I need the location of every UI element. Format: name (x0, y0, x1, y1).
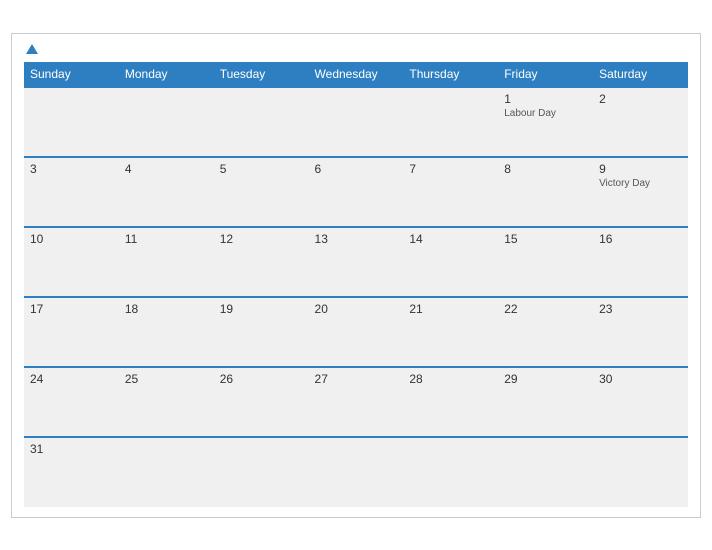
calendar-cell (403, 87, 498, 157)
day-number: 10 (30, 232, 113, 246)
day-number: 18 (125, 302, 208, 316)
calendar-cell (119, 87, 214, 157)
day-number: 15 (504, 232, 587, 246)
logo-triangle-icon (26, 44, 38, 54)
day-number: 19 (220, 302, 303, 316)
calendar-cell (309, 437, 404, 507)
calendar-container: SundayMondayTuesdayWednesdayThursdayFrid… (11, 33, 701, 518)
calendar-cell: 18 (119, 297, 214, 367)
calendar-cell: 16 (593, 227, 688, 297)
week-row-4: 24 25 26 27 28 29 30 (24, 367, 688, 437)
calendar-cell: 25 (119, 367, 214, 437)
calendar-cell (498, 437, 593, 507)
logo (24, 44, 40, 54)
day-number: 25 (125, 372, 208, 386)
day-header-sunday: Sunday (24, 62, 119, 87)
day-number: 4 (125, 162, 208, 176)
calendar-cell: 7 (403, 157, 498, 227)
calendar-cell: 14 (403, 227, 498, 297)
calendar-cell: 4 (119, 157, 214, 227)
calendar-cell (119, 437, 214, 507)
calendar-table: SundayMondayTuesdayWednesdayThursdayFrid… (24, 62, 688, 507)
day-number: 2 (599, 92, 682, 106)
calendar-header (24, 44, 688, 54)
day-number: 9 (599, 162, 682, 176)
calendar-cell: 24 (24, 367, 119, 437)
calendar-cell (403, 437, 498, 507)
day-number: 3 (30, 162, 113, 176)
calendar-cell: 17 (24, 297, 119, 367)
day-number: 1 (504, 92, 587, 106)
day-header-wednesday: Wednesday (309, 62, 404, 87)
day-number: 29 (504, 372, 587, 386)
day-number: 12 (220, 232, 303, 246)
calendar-cell: 26 (214, 367, 309, 437)
day-number: 11 (125, 232, 208, 246)
calendar-cell (24, 87, 119, 157)
calendar-cell: 8 (498, 157, 593, 227)
calendar-cell: 10 (24, 227, 119, 297)
day-number: 23 (599, 302, 682, 316)
calendar-cell: 19 (214, 297, 309, 367)
week-row-5: 31 (24, 437, 688, 507)
day-number: 17 (30, 302, 113, 316)
calendar-cell (214, 87, 309, 157)
day-number: 14 (409, 232, 492, 246)
calendar-cell: 11 (119, 227, 214, 297)
day-number: 5 (220, 162, 303, 176)
calendar-cell (309, 87, 404, 157)
week-row-1: 3456789 Victory Day (24, 157, 688, 227)
calendar-cell: 13 (309, 227, 404, 297)
day-number: 26 (220, 372, 303, 386)
calendar-cell: 31 (24, 437, 119, 507)
calendar-cell: 2 (593, 87, 688, 157)
calendar-cell: 20 (309, 297, 404, 367)
day-number: 13 (315, 232, 398, 246)
calendar-cell (214, 437, 309, 507)
calendar-cell: 12 (214, 227, 309, 297)
day-number: 30 (599, 372, 682, 386)
day-number: 27 (315, 372, 398, 386)
day-number: 7 (409, 162, 492, 176)
day-number: 20 (315, 302, 398, 316)
week-row-2: 10 11 12 13 14 15 16 (24, 227, 688, 297)
day-header-friday: Friday (498, 62, 593, 87)
day-number: 6 (315, 162, 398, 176)
week-row-3: 17 18 19 20 21 22 23 (24, 297, 688, 367)
day-number: 31 (30, 442, 113, 456)
week-row-0: 1 Labour Day 2 (24, 87, 688, 157)
day-number: 22 (504, 302, 587, 316)
day-number: 28 (409, 372, 492, 386)
day-number: 8 (504, 162, 587, 176)
calendar-cell: 28 (403, 367, 498, 437)
calendar-cell: 15 (498, 227, 593, 297)
day-header-tuesday: Tuesday (214, 62, 309, 87)
calendar-cell: 23 (593, 297, 688, 367)
calendar-tbody: 1Labour Day23456789Victory Day1011121314… (24, 87, 688, 507)
calendar-cell: 21 (403, 297, 498, 367)
day-number: 16 (599, 232, 682, 246)
calendar-cell: 29 (498, 367, 593, 437)
holiday-name: Victory Day (599, 178, 682, 189)
day-number: 21 (409, 302, 492, 316)
calendar-cell: 3 (24, 157, 119, 227)
day-header-monday: Monday (119, 62, 214, 87)
calendar-cell: 5 (214, 157, 309, 227)
calendar-thead: SundayMondayTuesdayWednesdayThursdayFrid… (24, 62, 688, 87)
day-header-thursday: Thursday (403, 62, 498, 87)
calendar-cell: 27 (309, 367, 404, 437)
calendar-cell: 1 Labour Day (498, 87, 593, 157)
day-number: 24 (30, 372, 113, 386)
calendar-cell (593, 437, 688, 507)
calendar-cell: 30 (593, 367, 688, 437)
holiday-name: Labour Day (504, 108, 587, 119)
calendar-cell: 9 Victory Day (593, 157, 688, 227)
calendar-cell: 6 (309, 157, 404, 227)
day-header-saturday: Saturday (593, 62, 688, 87)
calendar-cell: 22 (498, 297, 593, 367)
logo-blue-text (24, 44, 40, 54)
days-header-row: SundayMondayTuesdayWednesdayThursdayFrid… (24, 62, 688, 87)
